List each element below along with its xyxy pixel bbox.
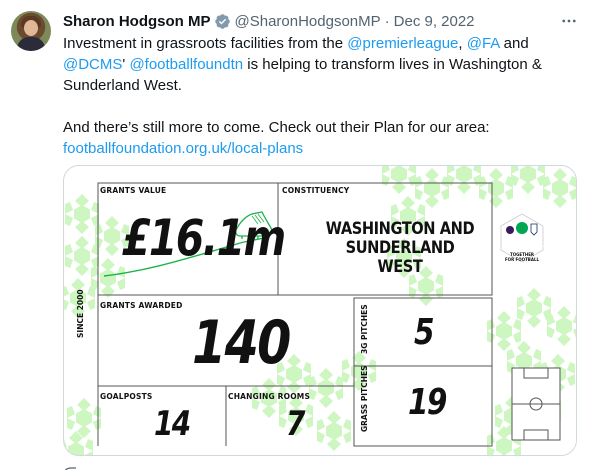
goalposts-label: GOALPOSTS <box>100 392 153 401</box>
constituency-line-1: WASHINGTON AND <box>325 219 475 239</box>
3g-pitches-value: 5 <box>414 312 435 353</box>
badge-text-2: FOR FOOTBALL <box>504 257 540 262</box>
author-handle[interactable]: @SharonHodgsonMP <box>235 13 381 30</box>
author-name[interactable]: Sharon Hodgson MP <box>63 13 211 30</box>
tweet-text-line-4: And there’s still more to come. Check ou… <box>63 119 490 136</box>
verified-badge-icon <box>214 13 230 29</box>
constituency-line-2: SUNDERLAND WEST <box>345 238 455 277</box>
grants-value: £16.1m <box>122 209 286 267</box>
tweet-header: Sharon Hodgson MP @SharonHodgsonMP · Dec… <box>63 11 475 31</box>
constituency-label: CONSTITUENCY <box>282 186 350 195</box>
text-segment: Investment in grassroots facilities from… <box>63 35 348 52</box>
goalposts-value: 14 <box>154 404 191 444</box>
mention-fa[interactable]: @FA <box>467 35 500 52</box>
changing-rooms-label: CHANGING ROOMS <box>228 392 311 401</box>
grants-awarded-label: GRANTS AWARDED <box>100 301 183 310</box>
text-segment: , <box>458 35 467 52</box>
infographic-image[interactable]: GRANTS VALUE £16.1m CONSTITUENCY WASHING… <box>63 165 577 456</box>
grass-pitches-label: GRASS PITCHES <box>360 365 369 432</box>
grass-pitches-value: 19 <box>408 382 447 423</box>
since-2000-label: SINCE 2000 <box>76 289 85 338</box>
badge-center-text: FOOTBALL FOUNDATION <box>512 244 553 248</box>
tweet-date[interactable]: Dec 9, 2022 <box>394 13 475 30</box>
tweet-text-line-3: Sunderland West. <box>63 77 182 94</box>
reply-icon-partial[interactable] <box>63 462 83 470</box>
tweet[interactable]: Sharon Hodgson MP @SharonHodgsonMP · Dec… <box>0 0 593 470</box>
tweet-text: Investment in grassroots facilities from… <box>63 33 578 159</box>
more-horizontal-icon[interactable] <box>560 12 578 30</box>
tweet-text-line-1: Investment in grassroots facilities from… <box>63 33 578 54</box>
grants-awarded: 140 <box>192 308 291 378</box>
text-segment: is helping to transform lives in Washing… <box>243 56 542 73</box>
changing-rooms-value: 7 <box>286 404 305 444</box>
mention-premierleague[interactable]: @premierleague <box>347 35 458 52</box>
constituency-name: WASHINGTON AND SUNDERLAND WEST <box>323 220 478 277</box>
grants-value-label: GRANTS VALUE <box>100 186 167 195</box>
3g-pitches-label: 3G PITCHES <box>360 304 369 354</box>
mention-dcms[interactable]: @DCMS <box>63 56 122 73</box>
avatar-face <box>24 20 38 36</box>
pitch-diagram <box>511 367 561 441</box>
text-segment: and <box>499 35 529 52</box>
local-plans-link[interactable]: footballfoundation.org.uk/local-plans <box>63 138 578 159</box>
avatar[interactable] <box>11 11 51 51</box>
avatar-body <box>17 37 45 51</box>
header-separator: · <box>384 12 390 30</box>
mention-footballfoundtn[interactable]: @footballfoundtn <box>129 56 243 73</box>
tweet-text-line-2: @DCMS' @footballfoundtn is helping to tr… <box>63 54 578 75</box>
